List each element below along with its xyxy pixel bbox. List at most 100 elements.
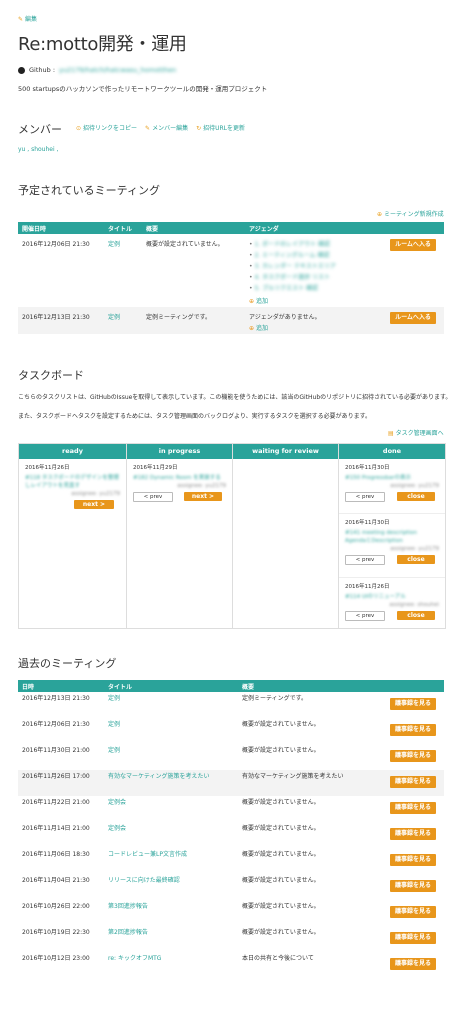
project-title: Re:motto開発・運用 xyxy=(18,34,187,55)
close-button[interactable]: close xyxy=(397,492,435,501)
table-row: 2016年11月06日 18:30 コードレビュー兼LP文言作成 概要が設定され… xyxy=(18,848,444,874)
column-header: done xyxy=(339,444,445,459)
table-row: 2016年10月26日 22:00 第3回進捗報告 概要が設定されていません。 … xyxy=(18,900,444,926)
meeting-title-link[interactable]: 定例 xyxy=(108,241,120,248)
view-minutes-button[interactable]: 議事録を見る xyxy=(390,724,436,736)
task-column-waiting-for-review: waiting for review xyxy=(233,444,339,628)
task-management-link[interactable]: ▤ タスク管理画面へ xyxy=(388,428,444,437)
meeting-title-link[interactable]: 第3回進捗報告 xyxy=(108,903,148,910)
next-button[interactable]: next > xyxy=(74,500,114,509)
meeting-title-link[interactable]: 有効なマーケティング施策を考えたい xyxy=(108,773,210,780)
next-button[interactable]: next > xyxy=(184,492,222,501)
add-agenda-link[interactable]: ⊕ 追加 xyxy=(249,323,382,334)
pencil-icon: ✎ xyxy=(18,16,24,23)
column-header: in progress xyxy=(127,444,232,459)
project-page: ✎ 編集 Re:motto開発・運用 Github : yu2179/hatch… xyxy=(0,0,462,1024)
task-column-ready: ready 2016年11月26日 #118 タスクボードのデザインを整理しレイ… xyxy=(19,444,127,628)
table-row: 2016年11月30日 21:00 定例 概要が設定されていません。 議事録を見… xyxy=(18,744,444,770)
task-title[interactable]: #150 Progressbarの表示 xyxy=(345,474,439,482)
scheduled-heading: 予定されているミーティング xyxy=(18,184,161,197)
edit-project-link[interactable]: ✎ 編集 xyxy=(18,14,37,23)
github-link[interactable]: yu2179/hatch/hatcwasu_homotthen xyxy=(59,66,176,74)
task-card[interactable]: 2016年11月26日 #114 UIのリニューアル assignee: sho… xyxy=(339,578,445,630)
view-minutes-button[interactable]: 議事録を見る xyxy=(390,906,436,918)
taskboard-note: また、タスクボードへタスクを設定するためには、タスク管理画面のバックログより、実… xyxy=(18,413,372,420)
meeting-title-link[interactable]: コードレビュー兼LP文言作成 xyxy=(108,851,187,858)
taskboard-heading: タスクボード xyxy=(18,369,84,382)
col-header: タイトル xyxy=(104,222,142,234)
regenerate-invite-url-link[interactable]: ↻ 招待URLを更新 xyxy=(196,123,245,132)
meeting-title-link[interactable]: 定例会 xyxy=(108,799,126,806)
view-minutes-button[interactable]: 議事録を見る xyxy=(390,854,436,866)
view-minutes-button[interactable]: 議事録を見る xyxy=(390,828,436,840)
agenda-item: • 2. ミーティングルーム 確認 xyxy=(249,252,330,259)
past-meetings-table: 日時 タイトル 概要 2016年12月13日 21:30 定例 定例ミーティング… xyxy=(18,680,444,978)
task-card[interactable]: 2016年11月29日 #182 Dynamic Room を実装する assi… xyxy=(127,459,232,513)
enter-room-button[interactable]: ルームへ入る xyxy=(390,312,436,324)
pencil-icon: ✎ xyxy=(145,125,151,132)
meeting-title-link[interactable]: re: キックオフMTG xyxy=(108,955,161,962)
past-meetings-heading: 過去のミーティング xyxy=(18,657,117,670)
task-title[interactable]: #182 Dynamic Room を実装する xyxy=(133,474,226,482)
prev-button[interactable]: < prev xyxy=(345,611,385,621)
prev-button[interactable]: < prev xyxy=(345,555,385,565)
meeting-title-link[interactable]: 定例 xyxy=(108,695,120,702)
task-board: ready 2016年11月26日 #118 タスクボードのデザインを整理しレイ… xyxy=(18,443,446,629)
edit-members-link[interactable]: ✎ メンバー編集 xyxy=(145,123,188,132)
plus-icon: ⊕ xyxy=(249,298,255,305)
view-minutes-button[interactable]: 議事録を見る xyxy=(390,958,436,970)
member-names[interactable]: yu , shouhei , xyxy=(18,146,58,153)
col-header: タイトル xyxy=(104,680,238,692)
table-row: 2016年12月06日 21:30 定例 概要が設定されていません。 議事録を見… xyxy=(18,718,444,744)
view-minutes-button[interactable]: 議事録を見る xyxy=(390,802,436,814)
task-card[interactable]: 2016年11月30日 #141 meeting description Age… xyxy=(339,514,445,578)
view-minutes-button[interactable]: 議事録を見る xyxy=(390,750,436,762)
col-header: 開催日時 xyxy=(18,222,104,234)
task-column-done: done 2016年11月30日 #150 Progressbarの表示 ass… xyxy=(339,444,445,628)
enter-room-button[interactable]: ルームへ入る xyxy=(390,239,436,251)
agenda-item: • 3. カレンダー テキストエリア xyxy=(249,263,336,270)
view-minutes-button[interactable]: 議事録を見る xyxy=(390,880,436,892)
copy-icon: ⊙ xyxy=(76,125,82,132)
table-row: 2016年12月06日 21:30 定例 概要が設定されていません。 • 1. … xyxy=(18,234,444,307)
close-button[interactable]: close xyxy=(397,555,435,564)
meeting-title-link[interactable]: 定例 xyxy=(108,747,120,754)
list-icon: ▤ xyxy=(388,430,394,437)
column-header: waiting for review xyxy=(233,444,338,459)
meeting-title-link[interactable]: 定例会 xyxy=(108,825,126,832)
task-card[interactable]: 2016年11月30日 #150 Progressbarの表示 assignee… xyxy=(339,459,445,514)
taskboard-note: こちらのタスクリストは、GitHubのIssueを取得して表示しています。この機… xyxy=(18,394,452,401)
task-title[interactable]: #141 meeting description AgendaとDescript… xyxy=(345,529,439,545)
task-title[interactable]: #114 UIのリニューアル xyxy=(345,593,439,601)
col-header: 日時 xyxy=(18,680,104,692)
agenda-item: • 4. タスクボード進捗 リスト xyxy=(249,274,330,281)
table-row: 2016年10月12日 23:00 re: キックオフMTG 本日の共有と今後に… xyxy=(18,952,444,978)
view-minutes-button[interactable]: 議事録を見る xyxy=(390,698,436,710)
new-meeting-link[interactable]: ⊕ ミーティング新規作成 xyxy=(377,209,444,218)
col-header: 概要 xyxy=(142,222,245,234)
view-minutes-button[interactable]: 議事録を見る xyxy=(390,932,436,944)
task-card[interactable]: 2016年11月26日 #118 タスクボードのデザインを整理しレイアウトを見直… xyxy=(19,459,126,527)
col-header: 概要 xyxy=(238,680,386,692)
meeting-title-link[interactable]: 定例 xyxy=(108,314,120,321)
prev-button[interactable]: < prev xyxy=(345,492,385,502)
copy-invite-link[interactable]: ⊙ 招待リンクをコピー xyxy=(76,123,137,132)
meeting-title-link[interactable]: リリースに向けた最終確認 xyxy=(108,877,180,884)
task-title[interactable]: #118 タスクボードのデザインを整理しレイアウトを見直す xyxy=(25,474,120,490)
refresh-icon: ↻ xyxy=(196,125,202,132)
plus-icon: ⊕ xyxy=(249,325,255,332)
agenda-item: • 1. ボードのレイアウト 確認 xyxy=(249,241,330,248)
meeting-title-link[interactable]: 定例 xyxy=(108,721,120,728)
scheduled-meetings-table: 開催日時 タイトル 概要 アジェンダ 2016年12月06日 21:30 定例 … xyxy=(18,222,444,334)
github-icon xyxy=(18,66,25,74)
table-row: 2016年11月04日 21:30 リリースに向けた最終確認 概要が設定されてい… xyxy=(18,874,444,900)
table-row: 2016年11月14日 21:00 定例会 概要が設定されていません。 議事録を… xyxy=(18,822,444,848)
member-actions: ⊙ 招待リンクをコピー ✎ メンバー編集 ↻ 招待URLを更新 xyxy=(76,123,245,132)
add-agenda-link[interactable]: ⊕ 追加 xyxy=(249,296,382,307)
table-row: 2016年11月22日 21:00 定例会 概要が設定されていません。 議事録を… xyxy=(18,796,444,822)
close-button[interactable]: close xyxy=(397,611,435,620)
meeting-title-link[interactable]: 第2回進捗報告 xyxy=(108,929,148,936)
view-minutes-button[interactable]: 議事録を見る xyxy=(390,776,436,788)
table-row: 2016年12月13日 21:30 定例 定例ミーティングです。 議事録を見る xyxy=(18,692,444,718)
prev-button[interactable]: < prev xyxy=(133,492,173,502)
